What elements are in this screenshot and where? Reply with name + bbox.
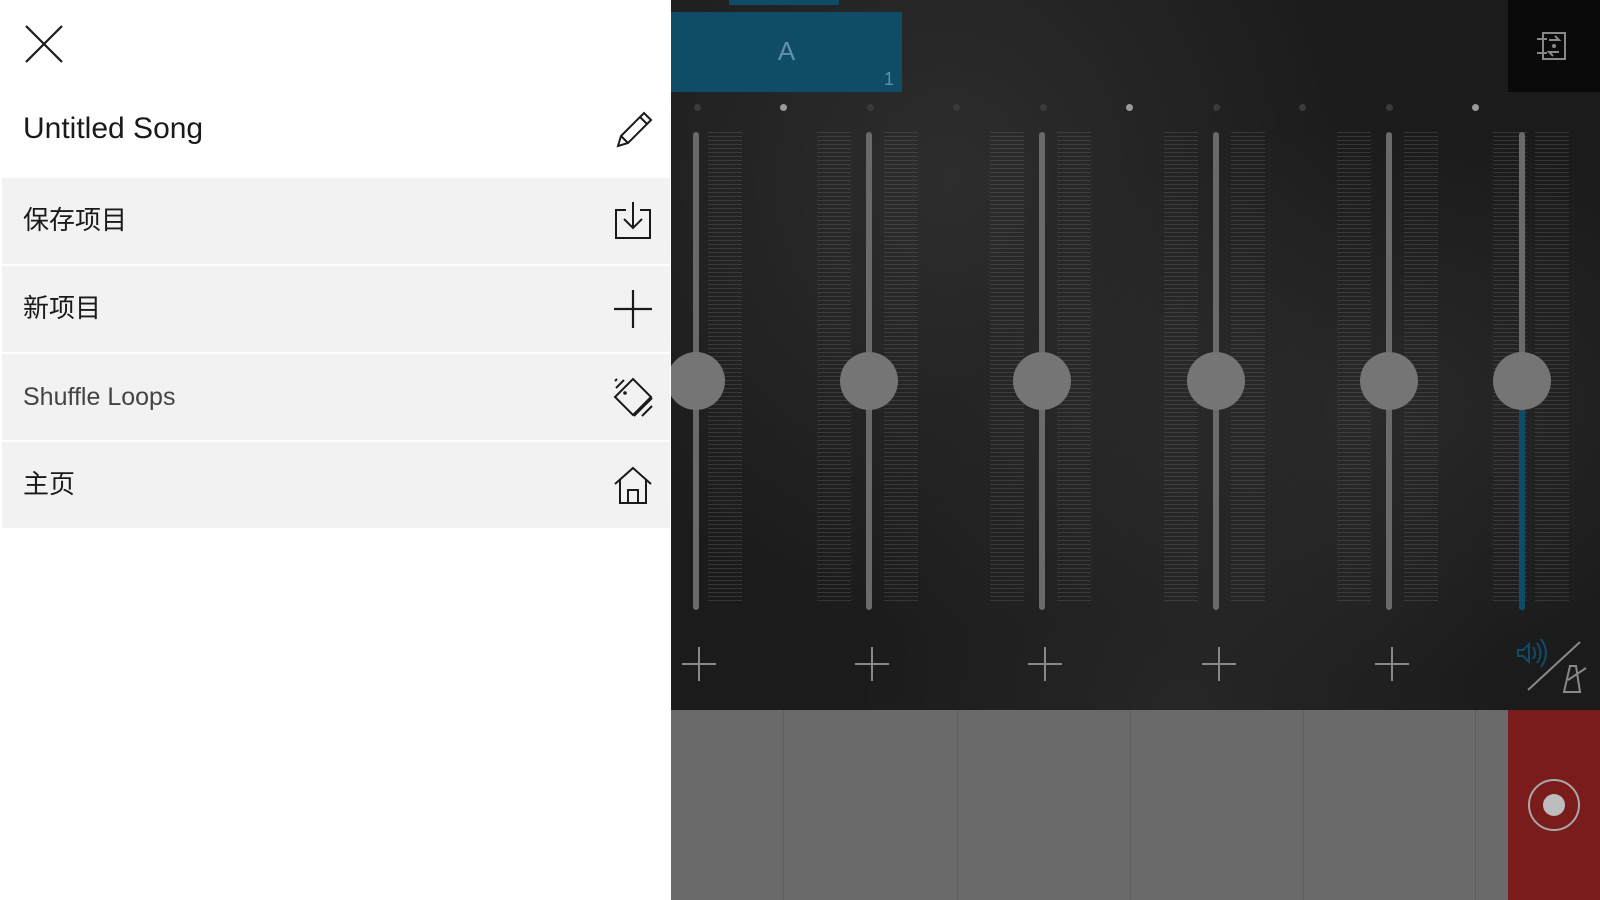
home-icon [612,464,654,506]
step-dot [1040,104,1047,111]
song-title: Untitled Song [23,112,204,145]
step-dot [1213,104,1220,111]
channel-strip [809,120,929,700]
add-loop-button[interactable] [677,642,721,686]
close-menu-button[interactable] [22,22,66,66]
record-icon [1528,779,1580,831]
plus-icon [612,288,654,330]
save-download-icon [612,200,654,242]
plus-icon [1375,647,1409,681]
mixer-view: A 1 [671,0,1600,900]
add-loop-button[interactable] [1370,642,1414,686]
volume-slider-knob[interactable] [1360,351,1418,410]
channel-strip [1329,120,1449,700]
volume-slider-knob[interactable] [1013,351,1071,410]
plus-icon [682,647,716,681]
step-dot-active [1472,104,1479,111]
add-loop-button[interactable] [1023,642,1067,686]
loop-toggle-button[interactable] [1508,0,1600,92]
loop-pad[interactable] [784,710,958,900]
loop-pad[interactable] [958,710,1131,900]
menu-item-home[interactable]: 主页 [2,442,670,528]
channel-strip-metronome [1463,120,1583,700]
loop-pad-row [671,710,1600,900]
step-dot [694,104,701,111]
close-icon [25,25,63,63]
scene-tab-a[interactable]: A 1 [671,12,902,92]
plus-icon [1028,647,1062,681]
step-dot [953,104,960,111]
channel-strip [1156,120,1276,700]
pencil-icon [616,111,653,148]
volume-slider-knob[interactable] [671,351,725,410]
menu-item-label: 保存项目 [23,206,128,236]
menu-item-label: 主页 [23,470,76,500]
menu-item-label: Shuffle Loops [23,383,176,411]
speaker-metronome-icon [1517,638,1587,693]
add-loop-button[interactable] [1197,642,1241,686]
loop-pad[interactable] [1304,710,1476,900]
slider-fill [1519,380,1525,610]
plus-icon [855,647,889,681]
side-menu: Untitled Song 保存项目 新项目 Shuffle Loops 主页 [0,0,671,900]
loop-pad[interactable] [671,710,784,900]
record-button[interactable] [1508,710,1600,900]
step-dot [867,104,874,111]
step-dot-active [1126,104,1133,111]
volume-slider-knob[interactable] [1187,351,1245,410]
menu-item-shuffle-loops[interactable]: Shuffle Loops [2,354,670,440]
step-dot-active [780,104,787,111]
loop-icon [1537,32,1566,60]
metronome-volume-knob[interactable] [1493,351,1551,410]
plus-icon [1202,647,1236,681]
menu-item-label: 新项目 [23,294,102,324]
step-dot [1386,104,1393,111]
scene-letter: A [777,36,796,66]
channel-strip [671,120,756,700]
metronome-toggle[interactable] [1512,628,1592,698]
menu-item-new-project[interactable]: 新项目 [2,266,670,352]
step-dot [1299,104,1306,111]
add-loop-button[interactable] [850,642,894,686]
volume-slider-knob[interactable] [840,351,898,410]
scene-indicator [729,0,839,5]
scene-number: 1 [883,69,894,89]
loop-pad[interactable] [1131,710,1304,900]
menu-item-save-project[interactable]: 保存项目 [2,178,670,264]
channel-strip [982,120,1102,700]
shuffle-dice-icon [612,376,654,418]
loop-pad[interactable] [1476,710,1509,900]
edit-song-title-button[interactable] [612,110,654,152]
